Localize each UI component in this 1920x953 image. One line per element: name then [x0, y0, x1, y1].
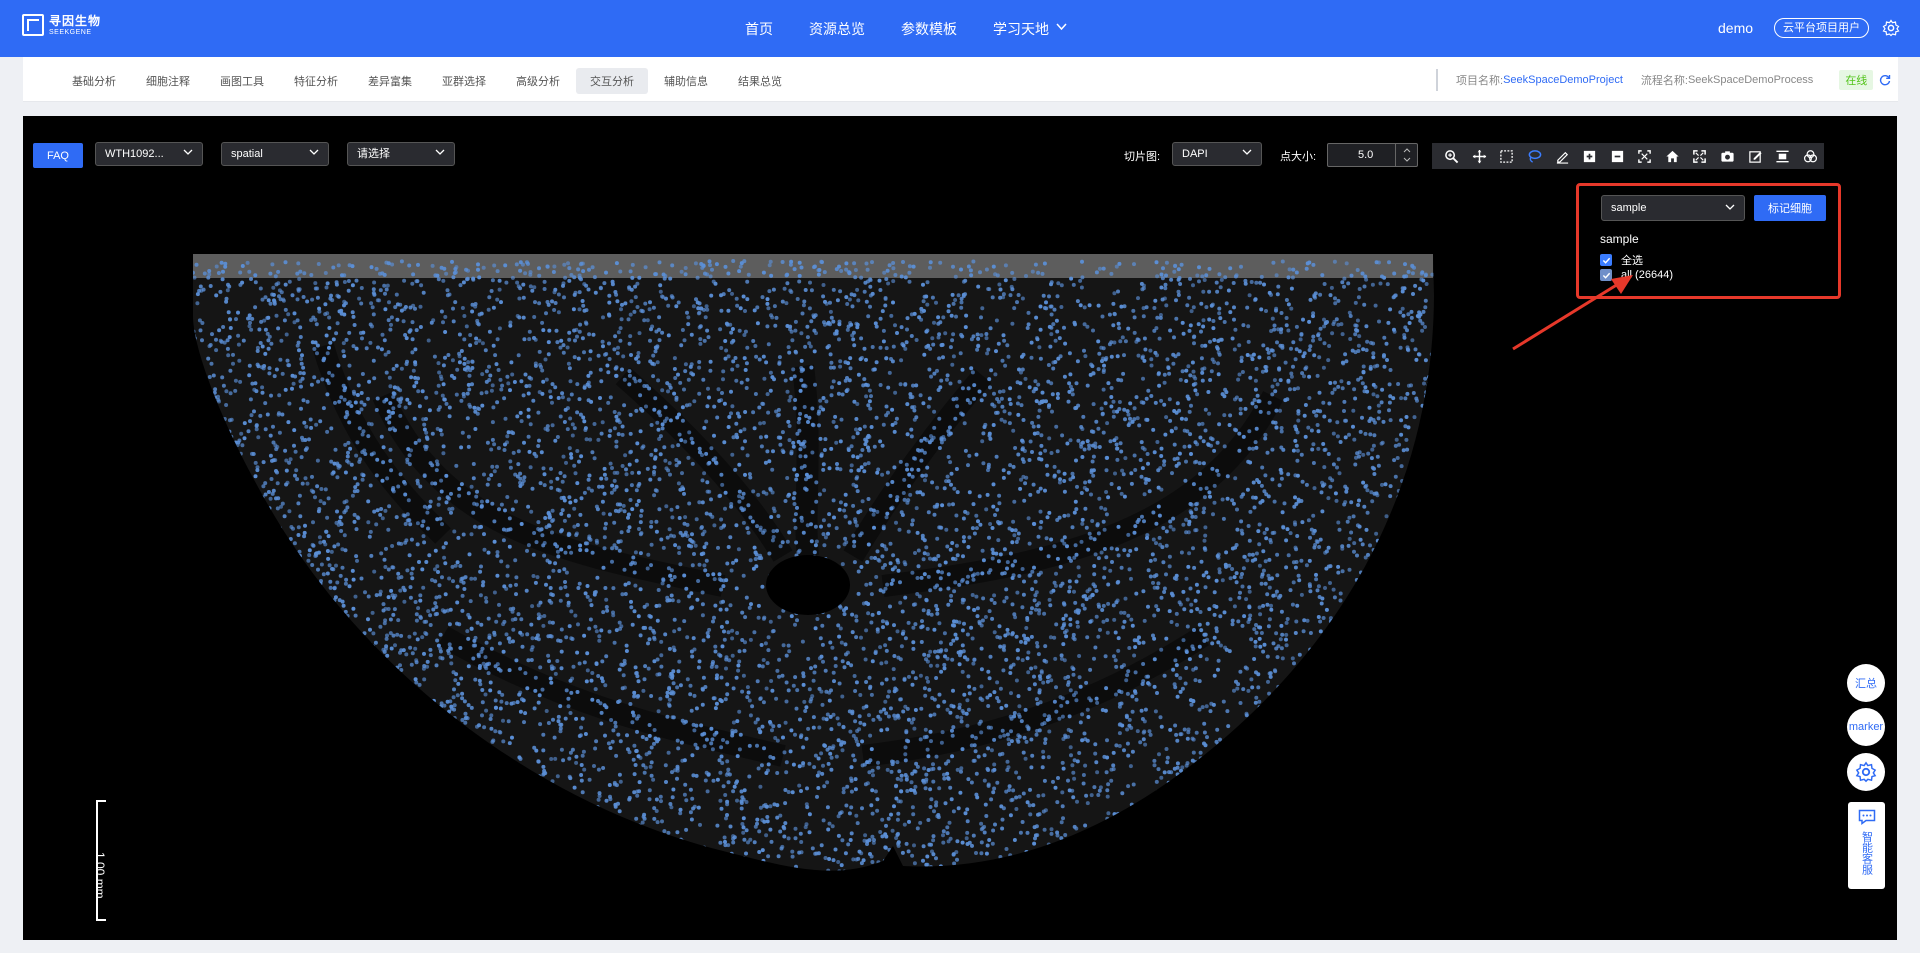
point-size-stepper[interactable] — [1395, 144, 1417, 166]
fullscreen-icon[interactable] — [1686, 143, 1714, 169]
chevron-down-icon — [183, 149, 193, 155]
analysis-tabbar: 基础分析 细胞注释 画图工具 特征分析 差异富集 亚群选择 高级分析 交互分析 … — [23, 57, 1898, 102]
zoom-in-square-icon[interactable] — [1576, 143, 1604, 169]
gear-icon — [1855, 761, 1877, 783]
select-all-checkbox[interactable]: 全选 — [1600, 252, 1643, 268]
tissue-band — [792, 364, 819, 558]
gear-icon[interactable] — [1882, 19, 1900, 37]
nav-resources[interactable]: 资源总览 — [809, 19, 865, 39]
scale-label: 1.00 mm — [93, 852, 107, 899]
project-value[interactable]: SeekSpaceDemoProject — [1503, 74, 1623, 86]
status-badge: 在线 — [1839, 70, 1874, 90]
chevron-down-icon — [435, 149, 445, 155]
settings-button[interactable] — [1847, 753, 1885, 791]
tab-interactive[interactable]: 交互分析 — [576, 68, 648, 94]
slice-select[interactable]: DAPI — [1172, 142, 1262, 166]
summary-button[interactable]: 汇总 — [1847, 664, 1885, 702]
analysis-tabs: 基础分析 细胞注释 画图工具 特征分析 差异富集 亚群选择 高级分析 交互分析 … — [58, 68, 798, 94]
tab-diff[interactable]: 差异富集 — [354, 68, 426, 94]
logo-en: SEEKGENE — [49, 28, 92, 36]
plot-toolbar — [1432, 143, 1824, 169]
faq-button[interactable]: FAQ — [33, 143, 83, 168]
marker-button[interactable]: marker — [1847, 708, 1885, 746]
zoom-out-square-icon[interactable] — [1603, 143, 1631, 169]
ventricle-hole — [766, 555, 850, 615]
option-select[interactable]: 请选择 — [347, 142, 455, 166]
main-nav: 首页 资源总览 参数模板 学习天地 — [745, 0, 1103, 57]
group-select[interactable]: sample — [1601, 195, 1745, 221]
embedding-select[interactable]: spatial — [221, 142, 329, 166]
chevron-down-icon — [309, 149, 319, 155]
edit-icon[interactable] — [1741, 143, 1769, 169]
tab-basic[interactable]: 基础分析 — [58, 68, 130, 94]
mark-cells-button[interactable]: 标记细胞 — [1754, 195, 1826, 221]
home-icon[interactable] — [1659, 143, 1687, 169]
venn-icon[interactable] — [1797, 143, 1825, 169]
chevron-down-icon — [1056, 23, 1067, 34]
tab-plot-tools[interactable]: 画图工具 — [206, 68, 278, 94]
checkbox-checked-icon[interactable] — [1600, 254, 1612, 266]
nav-learning[interactable]: 学习天地 — [993, 19, 1067, 39]
autoscale-icon[interactable] — [1631, 143, 1659, 169]
point-size-input[interactable]: 5.0 — [1327, 143, 1418, 167]
tab-overview[interactable]: 结果总览 — [724, 68, 796, 94]
chat-icon — [1858, 809, 1875, 825]
logo-cn: 寻因生物 — [49, 13, 102, 28]
nav-home[interactable]: 首页 — [745, 19, 773, 39]
tab-annotation[interactable]: 细胞注释 — [132, 68, 204, 94]
refresh-icon[interactable] — [1879, 74, 1891, 86]
top-header: 寻因生物 SEEKGENE 首页 资源总览 参数模板 学习天地 demo 云平台… — [0, 0, 1920, 57]
checkbox-checked-icon[interactable] — [1600, 269, 1612, 281]
spatial-viewer[interactable]: FAQ WTH1092... spatial 请选择 切片图: DAPI 点大小… — [23, 116, 1897, 940]
draw-icon[interactable] — [1548, 143, 1576, 169]
user-name[interactable]: demo — [1718, 20, 1753, 36]
align-icon[interactable] — [1769, 143, 1797, 169]
box-select-icon[interactable] — [1493, 143, 1521, 169]
process-label: 流程名称: — [1640, 75, 1688, 87]
tab-feature[interactable]: 特征分析 — [280, 68, 352, 94]
chevron-down-icon — [1242, 149, 1252, 155]
pan-icon[interactable] — [1466, 143, 1494, 169]
group-title: sample — [1600, 232, 1639, 246]
user-role-badge: 云平台项目用户 — [1774, 18, 1869, 38]
project-label: 项目名称: — [1456, 75, 1504, 87]
camera-icon[interactable] — [1714, 143, 1742, 169]
project-info: 项目名称: SeekSpaceDemoProject 流程名称: SeekSpa… — [1436, 69, 1891, 91]
group-item-checkbox[interactable]: all (26644) — [1600, 269, 1673, 281]
lasso-icon[interactable] — [1521, 143, 1549, 169]
tab-advanced[interactable]: 高级分析 — [502, 68, 574, 94]
logo-icon — [22, 14, 44, 36]
tab-subcluster[interactable]: 亚群选择 — [428, 68, 500, 94]
zoom-in-icon[interactable] — [1438, 143, 1466, 169]
point-size-label: 点大小: — [1280, 151, 1317, 163]
sample-select[interactable]: WTH1092... — [95, 142, 203, 166]
process-value: SeekSpaceDemoProcess — [1687, 74, 1814, 86]
logo[interactable]: 寻因生物 SEEKGENE — [22, 14, 101, 36]
feedback-button[interactable]: 智能客服 — [1848, 802, 1885, 889]
tab-auxiliary[interactable]: 辅助信息 — [650, 68, 722, 94]
nav-templates[interactable]: 参数模板 — [901, 19, 957, 39]
chevron-down-icon — [1725, 204, 1735, 210]
slice-label: 切片图: — [1124, 151, 1161, 163]
